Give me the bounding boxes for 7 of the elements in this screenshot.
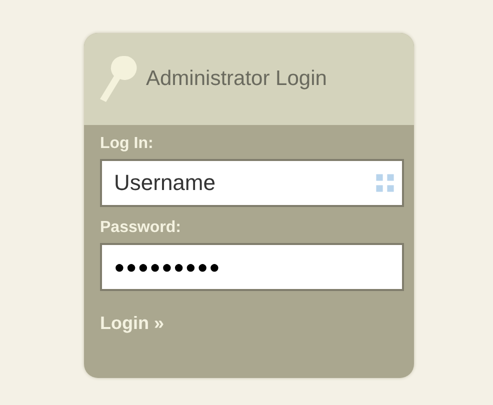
username-field[interactable]: Username <box>100 159 404 207</box>
panel-title: Administrator Login <box>146 67 327 91</box>
field-label: Log In: <box>100 135 154 153</box>
field-label: Password: <box>100 219 182 237</box>
autofill-icon[interactable] <box>374 172 396 194</box>
password-field[interactable]: ●●●●●●●●● <box>100 243 404 291</box>
key-icon <box>98 54 138 104</box>
